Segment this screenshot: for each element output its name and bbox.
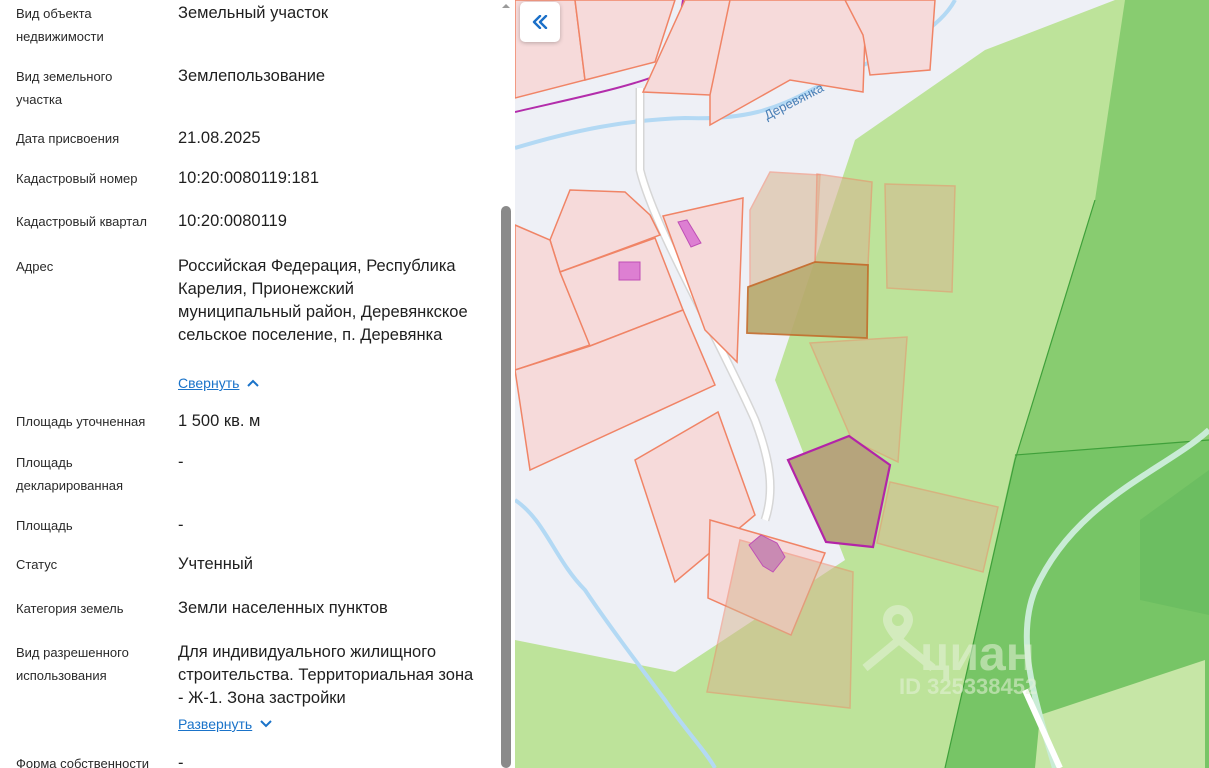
watermark-id: ID 325338452 [899,674,1037,699]
building [618,261,641,281]
detail-value: Учтенный [178,555,253,573]
detail-value: Земельный участок [178,4,329,22]
detail-value: - [178,453,184,471]
detail-label: Кадастровый номер [16,171,138,186]
detail-value: Российская Федерация, Республика Карелия… [178,257,468,344]
land-parcel [884,183,956,293]
detail-value: 21.08.2025 [178,129,261,147]
detail-label: Площадь [16,518,73,533]
detail-label: Вид объекта недвижимости [16,6,104,44]
detail-label: Адрес [16,259,54,274]
land-parcel [814,173,873,266]
detail-label: Площадь уточненная [16,414,146,429]
scroll-up-arrow-icon[interactable] [502,2,510,10]
detail-value: 10:20:0080119 [178,212,287,230]
property-details-panel: Вид объекта недвижимости Земельный участ… [0,0,500,768]
collapse-address-label: Свернуть [178,375,240,391]
detail-label: Категория земель [16,601,124,616]
detail-value: Землепользование [178,67,326,85]
detail-value: Земли населенных пунктов [178,599,388,617]
detail-value: 10:20:0080119:181 [178,169,319,187]
detail-value: - [178,754,184,768]
detail-label: Статус [16,557,58,572]
detail-label: Вид земельного участка [16,69,113,107]
scrollbar-thumb[interactable] [501,206,511,768]
double-chevron-left-icon [532,15,548,29]
map-canvas: Деревянка циан ID 325338452 [515,0,1209,768]
detail-label: Вид разрешенного использования [16,645,129,683]
detail-value: - [178,516,184,534]
detail-label: Форма собственности [16,756,150,768]
chevron-up-icon [247,379,260,387]
detail-value: Для индивидуального жилищного строительс… [178,643,474,707]
collapse-panel-button[interactable] [520,2,560,42]
chevron-down-icon [260,720,272,728]
collapse-address-link[interactable]: Свернуть [178,373,260,393]
detail-label: Дата присвоения [16,131,120,146]
detail-label: Кадастровый квартал [16,214,147,229]
cadastral-map[interactable]: Деревянка циан ID 325338452 [515,0,1209,768]
expand-permitted-use-label: Развернуть [178,716,253,732]
detail-label: Площадь декларированная [16,455,124,493]
expand-permitted-use-link[interactable]: Развернуть [178,714,272,734]
detail-value: 1 500 кв. м [178,412,261,430]
